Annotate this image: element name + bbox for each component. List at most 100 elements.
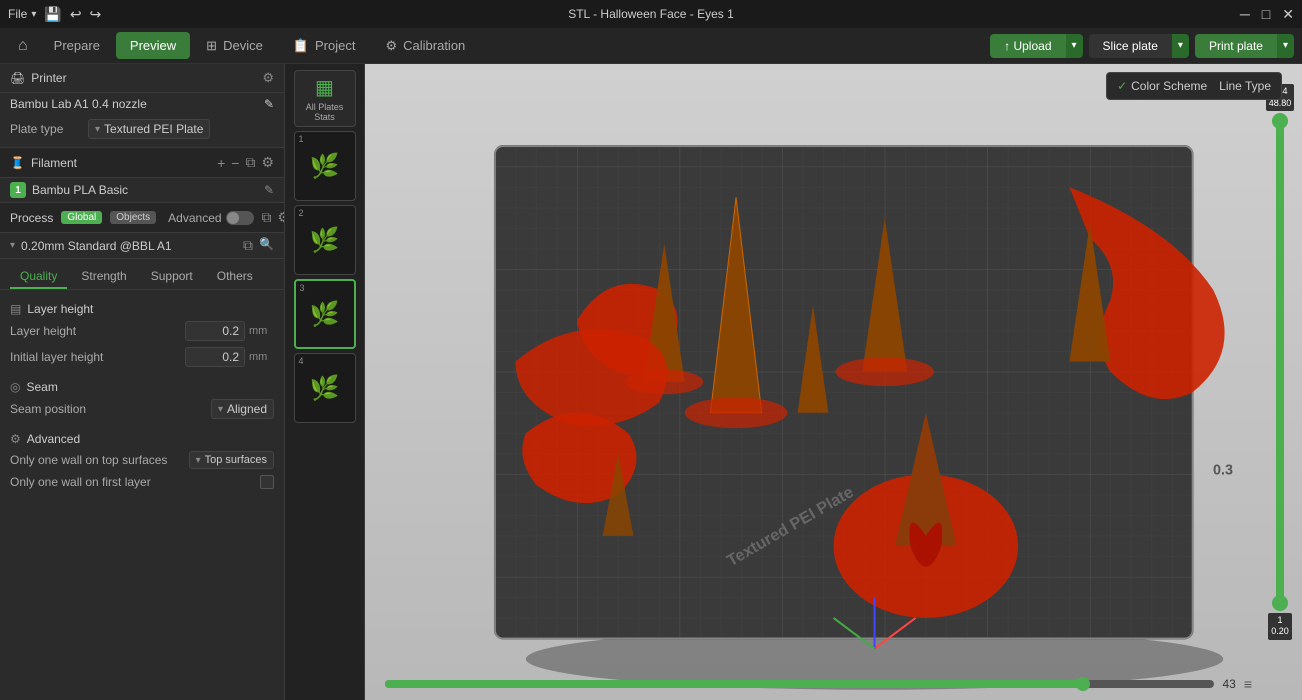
ruler-bar[interactable] — [1276, 115, 1284, 608]
maximize-button[interactable]: □ — [1262, 6, 1270, 23]
only-one-wall-top-row: Only one wall on top surfaces ▾ Top surf… — [0, 448, 284, 472]
process-icons: ⧉ ⚙ — [262, 209, 285, 226]
upload-btn-group: ↑ Upload ▾ — [990, 34, 1082, 58]
filament-remove-icon[interactable]: − — [231, 155, 239, 171]
seam-position-dropdown[interactable]: ▾ Aligned — [211, 399, 274, 419]
layers-icon[interactable]: ≡ — [1244, 676, 1252, 692]
thumbnail-1[interactable]: 1 🌿 — [294, 131, 356, 201]
left-panel: 🖨 Printer ⚙ Bambu Lab A1 0.4 nozzle ✎ Pl… — [0, 64, 285, 700]
line-type-option[interactable]: Line Type — [1219, 79, 1271, 93]
layer-height-unit: mm — [249, 325, 274, 337]
layer-height-label: Layer height — [10, 324, 181, 338]
seam-position-label: Seam position — [10, 402, 207, 416]
close-button[interactable]: ✕ — [1282, 6, 1294, 23]
initial-layer-height-input[interactable] — [185, 347, 245, 367]
slice-dropdown[interactable]: ▾ — [1172, 34, 1189, 58]
filament-copy-icon[interactable]: ⧉ — [245, 154, 255, 171]
all-plates-stats[interactable]: ▦ All PlatesStats — [294, 70, 356, 127]
process-profile-row: ▾ 0.20mm Standard @BBL A1 ⧉ 🔍 — [0, 233, 284, 259]
printer-section-title: 🖨 Printer — [10, 71, 67, 85]
progress-label: 43 — [1222, 677, 1235, 691]
nav-bar: ⌂ Prepare Preview ⊞ Device 📋 Project ⚙ C… — [0, 28, 1302, 64]
window-title: STL - Halloween Face - Eyes 1 — [568, 7, 734, 21]
home-button[interactable]: ⌂ — [8, 31, 38, 61]
process-section-header: Process Global Objects Advanced ⧉ ⚙ — [0, 202, 284, 233]
tab-quality[interactable]: Quality — [10, 265, 67, 289]
only-one-wall-first-checkbox[interactable] — [260, 475, 274, 489]
process-title: Process — [10, 211, 53, 225]
only-one-wall-top-dropdown[interactable]: ▾ Top surfaces — [189, 451, 274, 469]
slice-btn-group: Slice plate ▾ — [1089, 34, 1189, 58]
file-menu[interactable]: File ▾ — [8, 7, 36, 21]
tab-others[interactable]: Others — [207, 265, 263, 289]
redo-button[interactable]: ↪ — [90, 6, 102, 23]
viewport-3d[interactable]: Textured PEI Plate — [365, 64, 1302, 700]
profile-icons: ⧉ 🔍 — [243, 237, 274, 254]
title-bar-left: File ▾ 💾 ↩ ↪ — [8, 6, 101, 23]
minimize-button[interactable]: ─ — [1240, 6, 1250, 23]
plate-type-dropdown[interactable]: ▾ Textured PEI Plate — [88, 119, 210, 139]
slice-button[interactable]: Slice plate — [1089, 34, 1172, 58]
filament-icon: 🧵 — [10, 156, 25, 170]
ruler-handle-bottom[interactable] — [1272, 595, 1288, 611]
ruler-bottom-value: 1 0.20 — [1268, 613, 1292, 640]
only-one-wall-first-row: Only one wall on first layer — [0, 472, 284, 492]
layer-height-icon: ▤ — [10, 302, 21, 316]
print-button[interactable]: Print plate — [1195, 34, 1277, 58]
nav-calibration[interactable]: ⚙ Calibration — [371, 32, 479, 60]
nav-project[interactable]: 📋 Project — [279, 32, 370, 60]
build-plate-svg: Textured PEI Plate — [365, 64, 1302, 700]
nav-device[interactable]: ⊞ Device — [192, 32, 277, 60]
initial-layer-height-row: Initial layer height mm — [0, 344, 284, 370]
only-one-wall-first-label: Only one wall on first layer — [10, 475, 254, 489]
profile-search-icon[interactable]: 🔍 — [259, 237, 274, 254]
tab-support[interactable]: Support — [141, 265, 203, 289]
print-btn-group: Print plate ▾ — [1195, 34, 1294, 58]
filament-settings-icon[interactable]: ⚙ — [261, 154, 274, 171]
upload-dropdown[interactable]: ▾ — [1066, 34, 1083, 58]
color-scheme-popup: ✓ Color Scheme Line Type — [1106, 72, 1282, 100]
nav-preview[interactable]: Preview — [116, 32, 190, 59]
ruler-handle-top[interactable] — [1272, 113, 1288, 129]
tag-global[interactable]: Global — [61, 211, 102, 224]
process-copy-icon[interactable]: ⧉ — [262, 209, 272, 226]
thumbnail-2[interactable]: 2 🌿 — [294, 205, 356, 275]
advanced-toggle-switch[interactable] — [226, 211, 254, 225]
layer-height-input[interactable] — [185, 321, 245, 341]
undo-button[interactable]: ↩ — [70, 6, 82, 23]
printer-settings-icon[interactable]: ⚙ — [262, 70, 274, 86]
only-one-wall-top-label: Only one wall on top surfaces — [10, 453, 183, 467]
printer-icon: 🖨 — [10, 71, 25, 85]
title-bar: File ▾ 💾 ↩ ↪ STL - Halloween Face - Eyes… — [0, 0, 1302, 28]
profile-name: 0.20mm Standard @BBL A1 — [21, 239, 237, 253]
printer-section-header: 🖨 Printer ⚙ — [0, 64, 284, 93]
upload-button[interactable]: ↑ Upload — [990, 34, 1065, 58]
layer-height-group-header: ▤ Layer height — [0, 298, 284, 318]
settings-area: ▤ Layer height Layer height mm Initial l… — [0, 290, 284, 500]
color-scheme-option[interactable]: ✓ Color Scheme — [1117, 79, 1207, 93]
initial-layer-height-unit: mm — [249, 351, 274, 363]
project-icon: 📋 — [293, 38, 309, 54]
filament-section-header: 🧵 Filament + − ⧉ ⚙ — [0, 147, 284, 178]
tag-objects[interactable]: Objects — [110, 211, 156, 224]
thumbnail-3[interactable]: 3 🌿 — [294, 279, 356, 349]
advanced-toggle[interactable]: Advanced — [168, 211, 253, 225]
filament-edit-icon[interactable]: ✎ — [264, 183, 274, 197]
layer-height-row: Layer height mm — [0, 318, 284, 344]
nav-prepare[interactable]: Prepare — [40, 32, 114, 59]
save-button[interactable]: 💾 — [44, 6, 61, 23]
filament-add-icon[interactable]: + — [217, 155, 225, 171]
tab-strength[interactable]: Strength — [71, 265, 136, 289]
progress-handle[interactable] — [1076, 677, 1090, 691]
filament-section-title: 🧵 Filament — [10, 156, 77, 170]
print-dropdown[interactable]: ▾ — [1277, 34, 1294, 58]
profile-copy-icon[interactable]: ⧉ — [243, 237, 253, 254]
filament-name: Bambu PLA Basic — [32, 183, 258, 197]
layer-progress-bar[interactable] — [385, 680, 1214, 688]
printer-edit-icon[interactable]: ✎ — [264, 97, 274, 111]
thumbnail-4[interactable]: 4 🌿 — [294, 353, 356, 423]
progress-fill — [385, 680, 1090, 688]
layer-slider[interactable]: 244 48.80 1 0.20 — [1266, 84, 1294, 640]
advanced-group-icon: ⚙ — [10, 432, 21, 446]
process-settings-icon[interactable]: ⚙ — [278, 209, 285, 226]
